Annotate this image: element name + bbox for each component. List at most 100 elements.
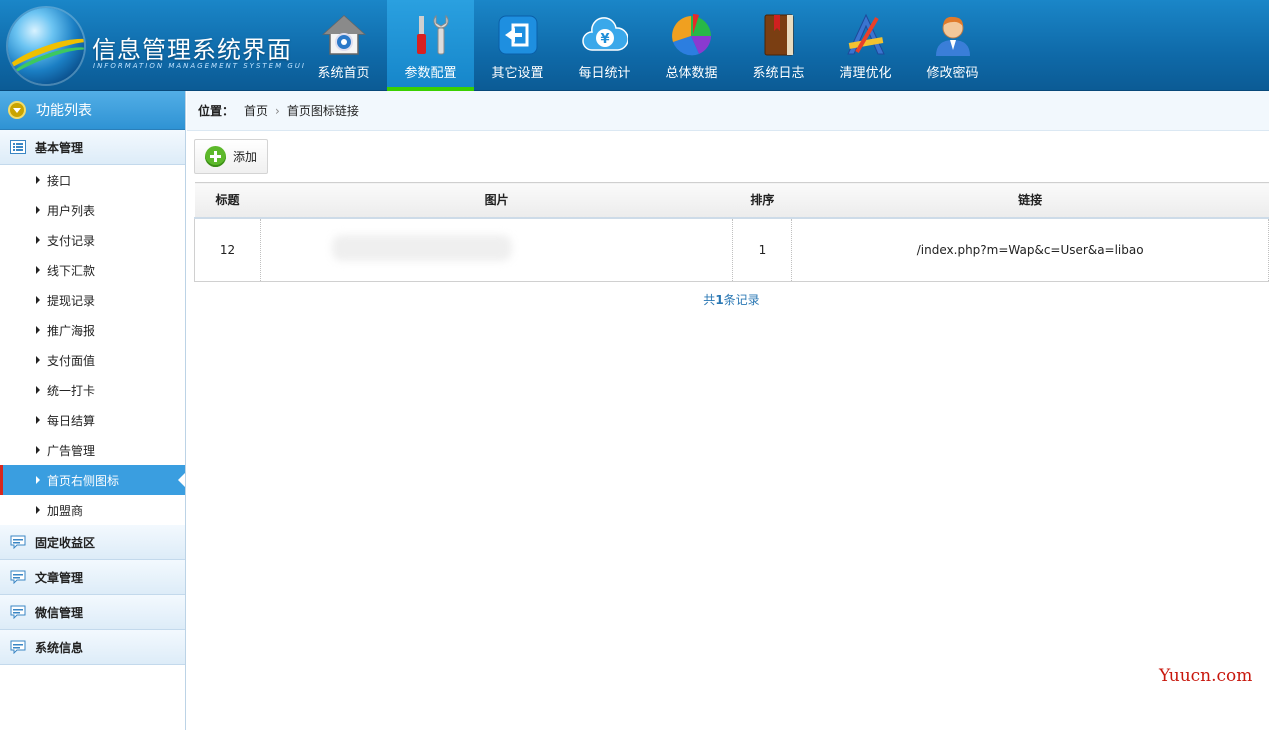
nav-label: 每日统计 — [578, 66, 631, 81]
app-subtitle: INFORMATION MANAGEMENT SYSTEM GUI — [93, 62, 306, 70]
sidebar-group-label: 系统信息 — [35, 640, 84, 655]
nav-label: 系统日志 — [752, 66, 805, 81]
sidebar-item-label: 用户列表 — [47, 203, 96, 218]
nav-label: 总体数据 — [665, 66, 718, 81]
sidebar-group-label: 文章管理 — [35, 570, 84, 585]
caret-right-icon — [36, 506, 40, 514]
nav-label: 清理优化 — [839, 66, 892, 81]
data-table: 标题 图片 排序 链接 12 1 /index.php?m=Wap&c=User… — [194, 182, 1269, 282]
caret-right-icon — [36, 176, 40, 184]
nav-label: 参数配置 — [404, 66, 457, 81]
svg-text:¥: ¥ — [600, 32, 609, 47]
cell-order: 1 — [732, 217, 793, 282]
sidebar-item-payment-records[interactable]: 支付记录 — [0, 225, 185, 255]
plus-circle-icon — [205, 146, 226, 167]
breadcrumb-label: 位置： — [198, 104, 235, 118]
caret-right-icon — [36, 236, 40, 244]
sidebar-item-label: 接口 — [47, 173, 72, 188]
sidebar-item-ad-management[interactable]: 广告管理 — [0, 435, 185, 465]
nav-clean-optimize[interactable]: 清理优化 — [822, 0, 909, 91]
cell-title: 12 — [194, 217, 261, 282]
globe-logo-icon — [8, 8, 84, 84]
app-logo: 信息管理系统界面 INFORMATION MANAGEMENT SYSTEM G… — [0, 0, 304, 91]
watermark: Yuucn.com — [1159, 666, 1253, 686]
nav-home[interactable]: 系统首页 — [300, 0, 387, 91]
sidebar: 功能列表 基本管理 接口 用户列表 支付记录 线下汇款 提现记录 推广海报 支付… — [0, 91, 186, 730]
sidebar-group-system-info[interactable]: 系统信息 — [0, 630, 185, 665]
image-thumbnail — [331, 235, 512, 262]
pie-chart-icon — [669, 12, 715, 58]
sidebar-group-fixed-income[interactable]: 固定收益区 — [0, 525, 185, 560]
sidebar-item-payment-denomination[interactable]: 支付面值 — [0, 345, 185, 375]
exit-icon — [495, 12, 541, 58]
sidebar-group-label: 固定收益区 — [35, 535, 96, 550]
sidebar-item-label: 每日结算 — [47, 413, 96, 428]
sidebar-group-wechat[interactable]: 微信管理 — [0, 595, 185, 630]
nav-label: 修改密码 — [926, 66, 979, 81]
sidebar-item-offline-remittance[interactable]: 线下汇款 — [0, 255, 185, 285]
app-title: 信息管理系统界面 — [92, 36, 292, 64]
comment-icon — [10, 605, 26, 619]
pagination-summary: 共1条记录 — [194, 291, 1269, 308]
column-header-image[interactable]: 图片 — [260, 182, 733, 219]
sidebar-item-label: 推广海报 — [47, 323, 96, 338]
caret-right-icon — [36, 476, 40, 484]
pager-count: 1 — [715, 293, 724, 307]
book-icon — [756, 12, 802, 58]
sidebar-item-label: 提现记录 — [47, 293, 96, 308]
caret-right-icon — [36, 266, 40, 274]
list-icon — [10, 140, 26, 154]
nav-overall-data[interactable]: 总体数据 — [648, 0, 735, 91]
nav-other-settings[interactable]: 其它设置 — [474, 0, 561, 91]
comment-icon — [10, 640, 26, 654]
sidebar-group-basic[interactable]: 基本管理 — [0, 130, 185, 165]
toolbar: 添加 — [187, 131, 1269, 178]
column-header-order[interactable]: 排序 — [732, 182, 792, 219]
sidebar-item-label: 首页右侧图标 — [47, 473, 120, 488]
pager-suffix: 条记录 — [723, 293, 760, 307]
top-header: 信息管理系统界面 INFORMATION MANAGEMENT SYSTEM G… — [0, 0, 1269, 91]
caret-right-icon — [36, 296, 40, 304]
sidebar-item-daily-settlement[interactable]: 每日结算 — [0, 405, 185, 435]
sidebar-item-label: 广告管理 — [47, 443, 96, 458]
sidebar-item-promo-poster[interactable]: 推广海报 — [0, 315, 185, 345]
sidebar-item-label: 加盟商 — [47, 503, 84, 518]
cell-link: /index.php?m=Wap&c=User&a=libao — [791, 217, 1269, 282]
sidebar-item-label: 支付面值 — [47, 353, 96, 368]
sidebar-group-label: 基本管理 — [35, 140, 84, 155]
nav-change-password[interactable]: 修改密码 — [909, 0, 996, 91]
column-header-link[interactable]: 链接 — [791, 182, 1269, 219]
breadcrumb-separator-icon: › — [275, 103, 280, 118]
sidebar-item-api[interactable]: 接口 — [0, 165, 185, 195]
nav-label: 系统首页 — [317, 66, 370, 81]
nav-params[interactable]: 参数配置 — [387, 0, 474, 91]
top-nav: 系统首页 参数配置 其它设置 ¥ 每日统计 总体数据 系统日志 清理优化 修改密… — [300, 0, 996, 91]
cell-image — [260, 217, 734, 282]
sidebar-header: 功能列表 — [0, 91, 185, 130]
main-content: 位置： 首页 › 首页图标链接 添加 标题 图片 排序 链接 12 1 /ind… — [187, 91, 1269, 730]
pager-prefix: 共 — [703, 293, 716, 307]
user-icon — [930, 12, 976, 58]
add-button-label: 添加 — [233, 150, 258, 164]
breadcrumb-home-link[interactable]: 首页 — [244, 102, 268, 119]
breadcrumb-current: 首页图标链接 — [286, 104, 359, 118]
caret-right-icon — [36, 386, 40, 394]
breadcrumb: 位置： 首页 › 首页图标链接 — [187, 91, 1269, 131]
sidebar-group-articles[interactable]: 文章管理 — [0, 560, 185, 595]
sidebar-item-withdraw-records[interactable]: 提现记录 — [0, 285, 185, 315]
column-header-title[interactable]: 标题 — [194, 182, 261, 219]
sidebar-item-user-list[interactable]: 用户列表 — [0, 195, 185, 225]
caret-right-icon — [36, 206, 40, 214]
nav-system-log[interactable]: 系统日志 — [735, 0, 822, 91]
sidebar-item-label: 线下汇款 — [47, 263, 96, 278]
sidebar-header-label: 功能列表 — [36, 103, 92, 119]
yen-cloud-icon: ¥ — [581, 12, 628, 58]
nav-daily-stats[interactable]: ¥ 每日统计 — [561, 0, 648, 91]
table-row[interactable]: 12 1 /index.php?m=Wap&c=User&a=libao — [194, 217, 1269, 282]
add-button[interactable]: 添加 — [194, 139, 269, 174]
sidebar-item-franchisee[interactable]: 加盟商 — [0, 495, 185, 525]
ruler-pencil-icon — [843, 12, 889, 58]
tools-icon — [408, 12, 454, 58]
sidebar-item-unified-checkin[interactable]: 统一打卡 — [0, 375, 185, 405]
sidebar-item-home-right-icons[interactable]: 首页右侧图标 — [0, 465, 185, 495]
